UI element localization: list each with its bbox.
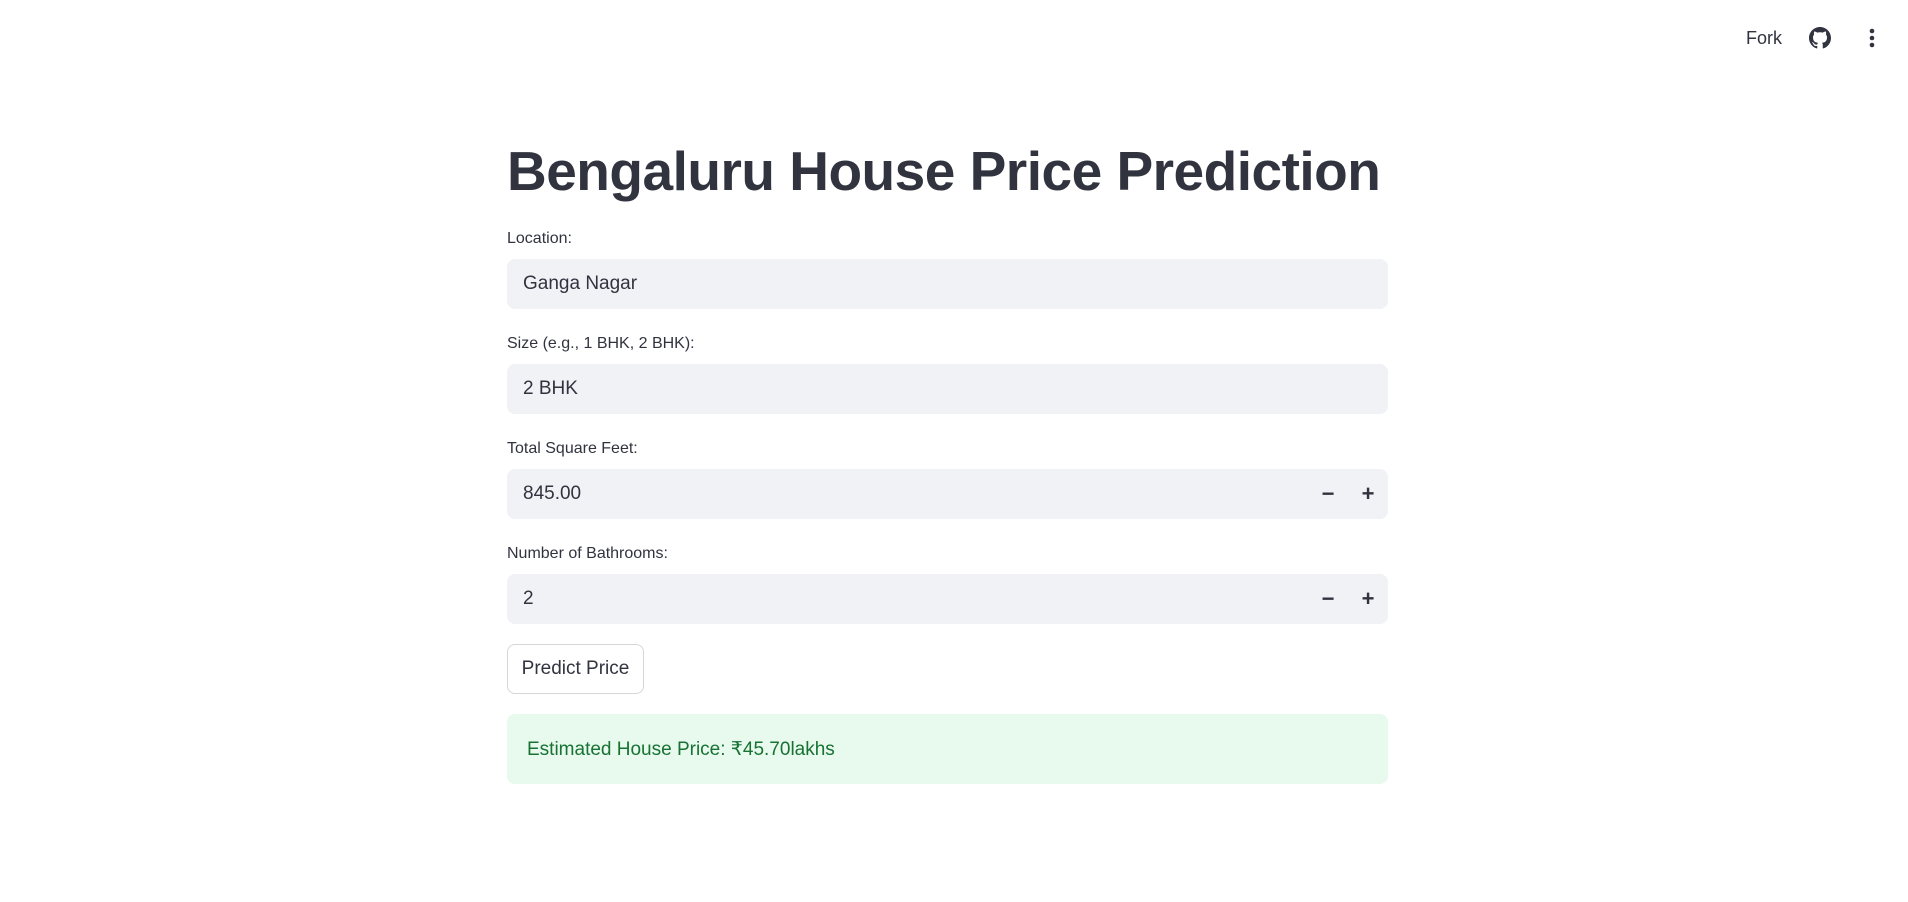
size-input[interactable] — [523, 378, 1388, 400]
total-sqft-field[interactable]: − + — [507, 469, 1388, 519]
github-icon[interactable] — [1806, 24, 1834, 52]
page-title: Bengaluru House Price Prediction — [507, 140, 1381, 202]
bathrooms-input[interactable] — [523, 588, 1388, 610]
bathrooms-label: Number of Bathrooms: — [507, 545, 668, 562]
size-field[interactable] — [507, 364, 1388, 414]
size-label: Size (e.g., 1 BHK, 2 BHK): — [507, 335, 695, 352]
predict-price-button[interactable]: Predict Price — [507, 644, 644, 694]
total-sqft-stepper: − + — [1308, 469, 1388, 519]
location-field[interactable] — [507, 259, 1388, 309]
bathrooms-stepper: − + — [1308, 574, 1388, 624]
total-sqft-label: Total Square Feet: — [507, 440, 638, 457]
location-label: Location: — [507, 230, 572, 247]
bathrooms-field[interactable]: − + — [507, 574, 1388, 624]
location-input[interactable] — [523, 273, 1388, 295]
fork-button[interactable]: Fork — [1746, 28, 1782, 49]
bathrooms-decrement-button[interactable]: − — [1308, 574, 1348, 624]
top-toolbar: Fork — [1746, 20, 1886, 56]
dots-icon — [1869, 28, 1875, 48]
github-logo-icon — [1809, 27, 1831, 49]
estimated-price-text: Estimated House Price: ₹45.70lakhs — [527, 738, 835, 760]
total-sqft-decrement-button[interactable]: − — [1308, 469, 1348, 519]
total-sqft-increment-button[interactable]: + — [1348, 469, 1388, 519]
vertical-ellipsis-icon[interactable] — [1858, 24, 1886, 52]
total-sqft-input[interactable] — [523, 483, 1388, 505]
success-alert: Estimated House Price: ₹45.70lakhs — [507, 714, 1388, 784]
bathrooms-increment-button[interactable]: + — [1348, 574, 1388, 624]
